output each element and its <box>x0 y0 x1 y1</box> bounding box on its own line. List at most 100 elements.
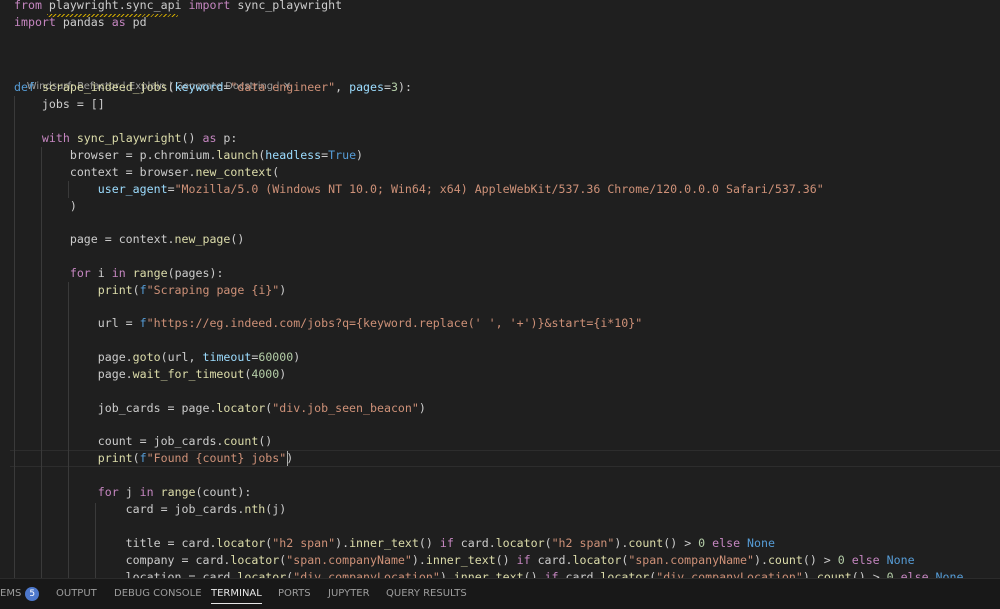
code-token: () > <box>802 553 838 567</box>
code-line[interactable]: with sync_playwright() as p: <box>14 130 237 147</box>
code-token: () <box>495 553 517 567</box>
code-token: "Mozilla/5.0 (Windows NT 10.0; Win64; x6… <box>174 182 824 196</box>
code-token: ). <box>439 570 454 578</box>
code-token: card. <box>530 553 573 567</box>
code-token: count <box>223 434 259 448</box>
code-line[interactable]: for j in range(count): <box>14 484 252 501</box>
code-token: def <box>14 80 35 94</box>
code-line[interactable]: job_cards = page.locator("div.job_seen_b… <box>14 400 426 417</box>
code-token: count <box>767 553 803 567</box>
code-line[interactable]: url = f"https://eg.indeed.com/jobs?q={ke… <box>14 315 642 332</box>
code-token: context = browser. <box>14 165 196 179</box>
code-line[interactable]: count = job_cards.count() <box>14 433 273 450</box>
code-token: inner_text <box>425 553 496 567</box>
code-token: sync_playwright <box>230 0 343 12</box>
code-token: ). <box>614 536 629 550</box>
code-token: wait_for_timeout <box>132 367 245 381</box>
tab-terminal[interactable]: TERMINAL <box>211 587 262 604</box>
code-token: sync_playwright <box>76 131 182 145</box>
code-token: 0 <box>837 553 845 567</box>
code-line[interactable]: for i in range(pages): <box>14 265 224 282</box>
code-token: as <box>202 131 217 145</box>
code-token: new_context <box>195 165 273 179</box>
code-line[interactable]: page.goto(url, timeout=60000) <box>14 349 300 366</box>
code-token: locator <box>216 401 266 415</box>
code-token: inner_text <box>453 570 524 578</box>
code-line[interactable]: page.wait_for_timeout(4000) <box>14 366 287 383</box>
code-token: in <box>139 485 154 499</box>
code-token: for <box>69 266 91 280</box>
tab-label: QUERY RESULTS <box>386 588 467 599</box>
code-token: locator <box>495 536 545 550</box>
code-line[interactable]: user_agent="Mozilla/5.0 (Windows NT 10.0… <box>14 181 824 198</box>
code-line[interactable]: company = card.locator("span.companyName… <box>14 552 915 569</box>
code-token: scrape_indeed_jobs <box>41 80 168 94</box>
code-token: "span.companyName" <box>628 553 754 567</box>
code-token: browser = p.chromium. <box>14 148 217 162</box>
code-token: ( <box>132 451 140 465</box>
code-line[interactable]: def scrape_indeed_jobs(keyword = "data eng… <box>14 79 412 96</box>
tab-ports[interactable]: PORTS <box>278 587 311 603</box>
code-line[interactable]: jobs = [] <box>14 96 105 113</box>
code-line[interactable]: from playwright.sync_api import sync_pla… <box>14 0 342 14</box>
code-token: in <box>111 266 126 280</box>
code-token: ) <box>418 401 426 415</box>
code-token: "Scraping page {i}" <box>146 283 280 297</box>
code-token: (url, <box>160 350 203 364</box>
code-token: page. <box>14 350 133 364</box>
code-token: = <box>384 80 391 94</box>
text-cursor <box>287 451 288 466</box>
code-line[interactable]: location = card.locator("div.companyLoca… <box>14 569 964 578</box>
code-token: count = job_cards. <box>14 434 224 448</box>
code-token: (pages): <box>167 266 224 280</box>
code-token: new_page <box>174 232 231 246</box>
code-line[interactable]: card = job_cards.nth(j) <box>14 501 287 518</box>
code-token: ). <box>802 570 817 578</box>
code-token: if <box>544 570 559 578</box>
code-line[interactable]: print(f"Scraping page {i}") <box>14 282 286 299</box>
code-editor[interactable]: Windsurf: Refactor | Explain | Generate … <box>0 0 1000 578</box>
code-token: card. <box>558 570 601 578</box>
code-token: ). <box>753 553 768 567</box>
code-token: count <box>816 570 852 578</box>
code-line[interactable]: print(f"Found {count} jobs") <box>14 450 293 467</box>
code-token: f <box>139 283 147 297</box>
code-token: user_agent <box>97 182 168 196</box>
code-line[interactable]: context = browser.new_context( <box>14 164 279 181</box>
code-line[interactable]: title = card.locator("h2 span").inner_te… <box>14 535 775 552</box>
code-token: None <box>935 570 964 578</box>
tab-problems[interactable]: EMS 5 <box>0 587 40 603</box>
code-token: company = card. <box>14 553 231 567</box>
code-line[interactable]: ) <box>14 198 77 215</box>
code-token: location = card. <box>14 570 238 578</box>
code-token: ) <box>279 367 287 381</box>
code-token: ). <box>335 536 350 550</box>
code-token: card. <box>453 536 496 550</box>
code-token: url = <box>14 316 140 330</box>
tab-debug-console[interactable]: DEBUG CONSOLE <box>114 587 202 603</box>
tab-jupyter[interactable]: JUPYTER <box>328 587 370 603</box>
code-token: "data engineer" <box>230 80 336 94</box>
code-token: ): <box>397 80 412 94</box>
code-token: ( <box>132 283 140 297</box>
code-line[interactable]: import pandas as pd <box>14 14 147 31</box>
code-token: if <box>516 553 531 567</box>
code-token: ( <box>272 165 280 179</box>
tab-query-results[interactable]: QUERY RESULTS <box>386 587 467 603</box>
code-token: print <box>97 451 133 465</box>
code-token: "h2 span" <box>551 536 615 550</box>
code-token: ( <box>544 536 552 550</box>
code-line[interactable]: browser = p.chromium.launch(headless=Tru… <box>14 147 363 164</box>
tab-output[interactable]: OUTPUT <box>56 587 97 603</box>
code-line[interactable]: page = context.new_page() <box>14 231 245 248</box>
code-token: "Found {count} jobs" <box>146 451 287 465</box>
